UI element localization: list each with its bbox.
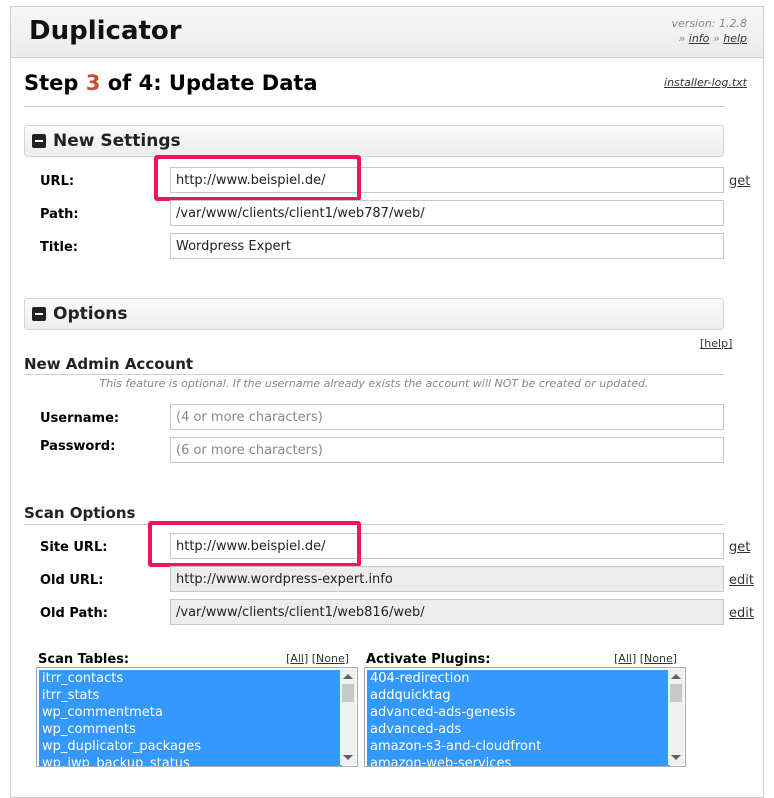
path-input[interactable]: /var/www/clients/client1/web787/web/: [170, 200, 724, 226]
collapse-icon: [32, 134, 46, 148]
scroll-up-icon[interactable]: [343, 674, 353, 679]
title-label: Title:: [40, 240, 79, 255]
url-get-link[interactable]: get: [729, 174, 750, 189]
plugins-select-all[interactable]: All: [618, 652, 632, 665]
activate-plugins-list[interactable]: 404-redirection addquicktag advanced-ads…: [364, 667, 686, 767]
list-item[interactable]: wp_commentmeta: [39, 704, 342, 721]
help-link[interactable]: help: [723, 32, 747, 45]
scan-tables-label: Scan Tables:: [38, 652, 130, 667]
admin-divider: [24, 374, 724, 375]
site-url-get-link[interactable]: get: [729, 540, 750, 555]
options-help-link[interactable]: [help]: [700, 337, 732, 350]
options-header[interactable]: Options: [24, 298, 724, 330]
version-text: version: 1.2.8: [671, 17, 747, 30]
list-item[interactable]: amazon-web-services: [367, 755, 670, 766]
list-item[interactable]: wp_comments: [39, 721, 342, 738]
path-label: Path:: [40, 207, 79, 222]
username-label: Username:: [40, 411, 120, 426]
username-input[interactable]: (4 or more characters): [170, 404, 724, 430]
scroll-down-icon[interactable]: [343, 755, 353, 760]
scroll-thumb[interactable]: [342, 684, 354, 702]
scan-options-heading: Scan Options: [24, 504, 136, 522]
installer-log-link[interactable]: installer-log.txt: [664, 76, 747, 89]
page-title: Step 3 of 4: Update Data: [24, 71, 318, 95]
old-url-edit-link[interactable]: edit: [729, 573, 754, 588]
url-highlight: [154, 155, 361, 201]
tables-select-none[interactable]: None: [316, 652, 345, 665]
tables-select-all[interactable]: All: [290, 652, 304, 665]
admin-note: This feature is optional. If the usernam…: [99, 377, 649, 390]
list-item[interactable]: addquicktag: [367, 687, 670, 704]
list-item[interactable]: advanced-ads: [367, 721, 670, 738]
title-divider: [24, 106, 724, 107]
password-input[interactable]: (6 or more characters): [170, 437, 724, 463]
options-title: Options: [53, 304, 128, 324]
scan-tables-selectors: [All] [None]: [286, 652, 350, 665]
plugins-selectors: [All] [None]: [614, 652, 678, 665]
url-label: URL:: [40, 174, 75, 189]
app-header: Duplicator version: 1.2.8 » info » help: [11, 7, 763, 58]
admin-account-heading: New Admin Account: [24, 355, 194, 373]
activate-plugins-label: Activate Plugins:: [366, 652, 491, 667]
version-info: version: 1.2.8 » info » help: [671, 17, 747, 45]
scan-divider: [24, 524, 724, 525]
new-settings-header[interactable]: New Settings: [24, 125, 724, 157]
new-settings-title: New Settings: [53, 131, 181, 151]
old-url-label: Old URL:: [40, 573, 104, 588]
options-help: [help]: [700, 337, 732, 350]
scan-tables-list[interactable]: itrr_contacts itrr_stats wp_commentmeta …: [36, 667, 358, 767]
info-link[interactable]: info: [689, 32, 710, 45]
collapse-icon: [32, 307, 46, 321]
list-item[interactable]: wp_iwp_backup_status: [39, 755, 342, 766]
plugins-items: 404-redirection addquicktag advanced-ads…: [367, 670, 670, 766]
old-path-edit-link[interactable]: edit: [729, 606, 754, 621]
scan-tables-items: itrr_contacts itrr_stats wp_commentmeta …: [39, 670, 342, 766]
list-item[interactable]: 404-redirection: [367, 670, 670, 687]
list-item[interactable]: itrr_stats: [39, 687, 342, 704]
title-input[interactable]: Wordpress Expert: [170, 233, 724, 259]
old-path-label: Old Path:: [40, 606, 108, 621]
scroll-thumb[interactable]: [670, 684, 682, 702]
app-title: Duplicator: [29, 16, 182, 46]
scroll-down-icon[interactable]: [671, 755, 681, 760]
old-path-input[interactable]: /var/www/clients/client1/web816/web/: [170, 599, 724, 625]
tables-scrollbar[interactable]: [340, 669, 356, 765]
step-number: 3: [85, 71, 101, 95]
old-url-input[interactable]: http://www.wordpress-expert.info: [170, 566, 724, 592]
password-label: Password:: [40, 439, 116, 454]
site-url-highlight: [148, 521, 361, 567]
plugins-select-none[interactable]: None: [644, 652, 673, 665]
list-item[interactable]: amazon-s3-and-cloudfront: [367, 738, 670, 755]
list-item[interactable]: wp_duplicator_packages: [39, 738, 342, 755]
site-url-label: Site URL:: [40, 540, 108, 555]
list-item[interactable]: itrr_contacts: [39, 670, 342, 687]
scroll-up-icon[interactable]: [671, 674, 681, 679]
plugins-scrollbar[interactable]: [668, 669, 684, 765]
list-item[interactable]: advanced-ads-genesis: [367, 704, 670, 721]
